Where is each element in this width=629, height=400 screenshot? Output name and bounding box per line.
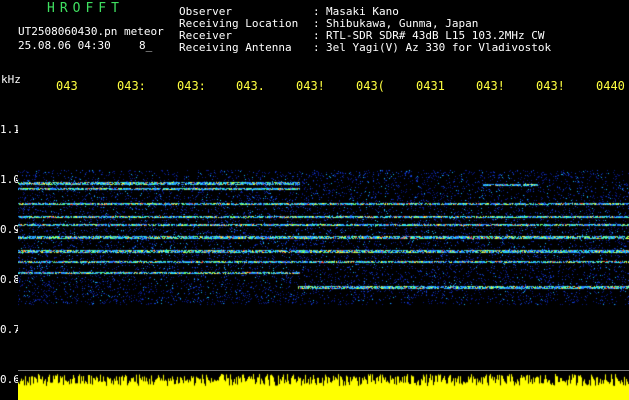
info-separator: :: [313, 41, 320, 54]
time-tick: 043(: [356, 79, 385, 93]
info-label-antenna: Receiving Antenna: [179, 41, 292, 54]
time-tick: 043: [56, 79, 78, 93]
time-tick: 043!: [296, 79, 325, 93]
time-tick: 043.: [236, 79, 265, 93]
time-tick: 0431: [416, 79, 445, 93]
mode-label: meteor: [124, 25, 164, 38]
time-tick: 0440: [596, 79, 625, 93]
axis-unit-label: kHz: [1, 73, 21, 86]
file-name: UT2508060430.pn: [18, 25, 118, 38]
app-title: HROFFT: [47, 1, 124, 16]
count-label: 8_: [139, 39, 153, 52]
time-tick: 043!: [476, 79, 505, 93]
time-tick: 043:: [177, 79, 206, 93]
time-tick: 043:: [117, 79, 146, 93]
info-value-antenna: 3el Yagi(V) Az 330 for Vladivostok: [326, 41, 552, 54]
date-time: 25.08.06 04:30: [18, 39, 111, 52]
time-tick: 043!: [536, 79, 565, 93]
baseline: [18, 370, 629, 371]
spectrogram: [18, 100, 629, 400]
